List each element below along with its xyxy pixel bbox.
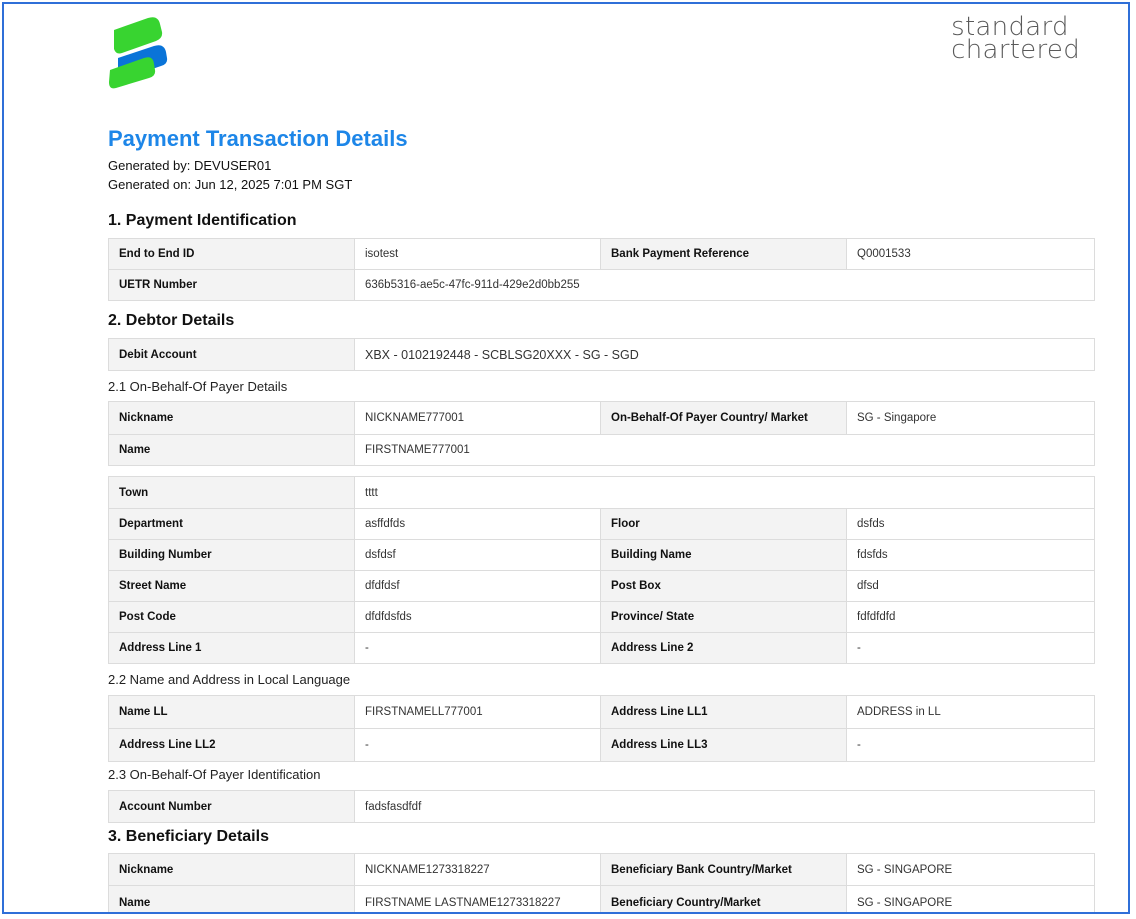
field-label: Address Line LL2 (108, 728, 355, 762)
address-ll2-value: - (354, 728, 601, 762)
province-value: fdfdfdfd (845, 601, 1096, 633)
obo-name-value: FIRSTNAME777001 (354, 434, 1095, 466)
town-value: tttt (353, 476, 1096, 509)
subsection-obo-identification-title: 2.3 On-Behalf-Of Payer Identification (108, 767, 321, 782)
table-row: Name FIRSTNAME LASTNAME1273318227 Benefi… (108, 885, 1095, 912)
field-label: Post Box (600, 570, 847, 602)
payment-identification-table: End to End ID isotest Bank Payment Refer… (108, 238, 1095, 301)
table-row: UETR Number 636b5316-ae5c-47fc-911d-429e… (108, 269, 1095, 301)
section-debtor-details-title: 2. Debtor Details (108, 312, 235, 329)
document-page: standard chartered Payment Transaction D… (2, 2, 1130, 914)
obo-identification-table: Account Number fadsfasdfdf (108, 790, 1096, 823)
field-label: UETR Number (108, 269, 355, 301)
beneficiary-country-value: SG - SINGAPORE (846, 885, 1095, 912)
field-label: Name LL (108, 695, 355, 729)
table-row: Debit Account XBX - 0102192448 - SCBLSG2… (108, 338, 1095, 371)
table-row: Town tttt (108, 476, 1096, 509)
beneficiary-bank-country-value: SG - SINGAPORE (846, 853, 1095, 886)
beneficiary-nickname-value: NICKNAME1273318227 (354, 853, 601, 886)
brand-wordmark: standard chartered (951, 14, 1080, 65)
address-ll3-value: - (846, 728, 1095, 762)
post-code-value: dfdfdsfds (354, 601, 601, 633)
section-beneficiary-details-title: 3. Beneficiary Details (108, 828, 269, 845)
post-box-value: dfsd (845, 570, 1096, 602)
table-row: End to End ID isotest Bank Payment Refer… (108, 238, 1095, 270)
section-payment-identification-title: 1. Payment Identification (108, 212, 297, 229)
field-label: Nickname (108, 401, 355, 435)
beneficiary-name-value: FIRSTNAME LASTNAME1273318227 (354, 885, 601, 912)
building-name-value: fdsfds (845, 539, 1096, 571)
field-label: Department (108, 508, 355, 540)
obo-country-value: SG - Singapore (846, 401, 1095, 435)
beneficiary-table: Nickname NICKNAME1273318227 Beneficiary … (108, 853, 1095, 912)
department-value: asffdfds (354, 508, 601, 540)
field-label: End to End ID (108, 238, 355, 270)
table-row: Nickname NICKNAME777001 On-Behalf-Of Pay… (108, 401, 1095, 435)
field-label: Address Line 2 (600, 632, 847, 664)
field-label: Post Code (108, 601, 355, 633)
brand-line-2: chartered (951, 35, 1080, 65)
address-line-2-value: - (845, 632, 1096, 664)
field-label: Address Line 1 (108, 632, 355, 664)
table-row: Address Line 1 - Address Line 2 - (108, 632, 1096, 664)
obo-nickname-value: NICKNAME777001 (354, 401, 601, 435)
field-label: Nickname (108, 853, 355, 886)
uetr-value: 636b5316-ae5c-47fc-911d-429e2d0bb255 (354, 269, 1095, 301)
field-label: Province/ State (600, 601, 847, 633)
bank-payment-reference-value: Q0001533 (846, 238, 1095, 270)
field-label: Building Number (108, 539, 355, 571)
table-row: Account Number fadsfasdfdf (108, 790, 1096, 823)
field-label: Street Name (108, 570, 355, 602)
standard-chartered-logo-icon (109, 17, 168, 89)
address-line-1-value: - (354, 632, 601, 664)
floor-value: dsfds (845, 508, 1096, 540)
table-row: Name FIRSTNAME777001 (108, 434, 1095, 466)
field-label: Account Number (108, 790, 355, 823)
field-label: Address Line LL3 (600, 728, 847, 762)
obo-address-table: Town tttt Department asffdfds Floor dsfd… (108, 476, 1096, 664)
table-row: Post Code dfdfdsfds Province/ State fdfd… (108, 601, 1096, 633)
generated-by: Generated by: DEVUSER01 (108, 158, 272, 173)
table-row: Building Number dsfdsf Building Name fds… (108, 539, 1096, 571)
name-ll-value: FIRSTNAMELL777001 (354, 695, 601, 729)
table-row: Department asffdfds Floor dsfds (108, 508, 1096, 540)
field-label: Debit Account (108, 338, 355, 371)
subsection-local-language-title: 2.2 Name and Address in Local Language (108, 672, 351, 687)
table-row: Street Name dfdfdsf Post Box dfsd (108, 570, 1096, 602)
field-label: On-Behalf-Of Payer Country/ Market (600, 401, 847, 435)
field-label: Floor (600, 508, 847, 540)
field-label: Building Name (600, 539, 847, 571)
field-label: Name (108, 885, 355, 912)
obo-payer-table: Nickname NICKNAME777001 On-Behalf-Of Pay… (108, 401, 1095, 466)
field-label: Bank Payment Reference (600, 238, 847, 270)
local-language-table: Name LL FIRSTNAMELL777001 Address Line L… (108, 695, 1095, 762)
end-to-end-id-value: isotest (354, 238, 601, 270)
subsection-obo-payer-title: 2.1 On-Behalf-Of Payer Details (108, 379, 288, 394)
page-title: Payment Transaction Details (108, 126, 408, 151)
building-number-value: dsfdsf (354, 539, 601, 571)
table-row: Nickname NICKNAME1273318227 Beneficiary … (108, 853, 1095, 886)
field-label: Town (108, 476, 355, 509)
table-row: Name LL FIRSTNAMELL777001 Address Line L… (108, 695, 1095, 729)
table-row: Address Line LL2 - Address Line LL3 - (108, 728, 1095, 762)
account-number-value: fadsfasdfdf (353, 790, 1096, 823)
field-label: Beneficiary Bank Country/Market (600, 853, 847, 886)
field-label: Name (108, 434, 355, 466)
debtor-account-table: Debit Account XBX - 0102192448 - SCBLSG2… (108, 338, 1095, 371)
generated-on: Generated on: Jun 12, 2025 7:01 PM SGT (108, 177, 353, 192)
address-ll1-value: ADDRESS in LL (846, 695, 1095, 729)
field-label: Beneficiary Country/Market (600, 885, 847, 912)
debit-account-value: XBX - 0102192448 - SCBLSG20XXX - SG - SG… (354, 338, 1095, 371)
field-label: Address Line LL1 (600, 695, 847, 729)
street-name-value: dfdfdsf (354, 570, 601, 602)
